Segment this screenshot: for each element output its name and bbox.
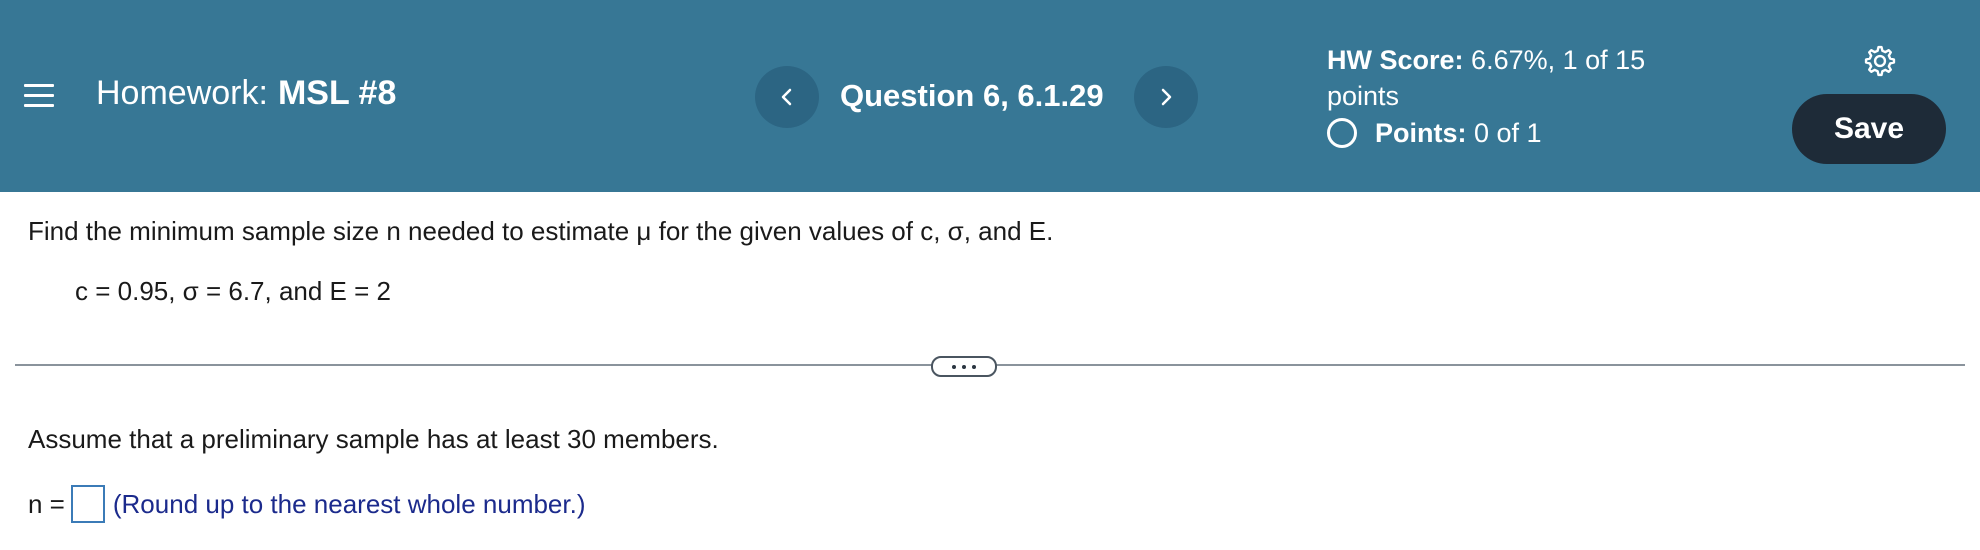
- top-bar: Homework: MSL #8 Question 6, 6.1.29 HW Sc…: [0, 0, 1980, 192]
- ellipsis-dot: [962, 365, 966, 369]
- given-values: c = 0.95, σ = 6.7, and E = 2: [75, 276, 391, 306]
- save-button[interactable]: Save: [1792, 94, 1946, 164]
- chevron-left-icon: [781, 88, 792, 106]
- ellipsis-icon: [952, 365, 956, 369]
- hw-score: HW Score: 6.67%, 1 of 15 points: [1327, 42, 1707, 114]
- question-title: Question 6, 6.1.29: [840, 78, 1104, 113]
- answer-hint: (Round up to the nearest whole number.): [112, 489, 586, 519]
- answer-input[interactable]: [70, 485, 105, 523]
- points-value: 0 of 1: [1474, 118, 1542, 148]
- homework-prefix: Homework:: [96, 74, 268, 112]
- chevron-right-icon: [1161, 88, 1172, 106]
- question-points: Points: 0 of 1: [1327, 116, 1542, 150]
- points-status-icon: [1327, 118, 1357, 148]
- question-prompt: Find the minimum sample size n needed to…: [28, 216, 1054, 246]
- points-label: Points:: [1375, 118, 1467, 148]
- assumption-text: Assume that a preliminary sample has at …: [28, 424, 719, 454]
- menu-icon[interactable]: [24, 82, 54, 108]
- next-question-button[interactable]: [1134, 66, 1198, 128]
- hw-score-label: HW Score:: [1327, 45, 1464, 75]
- answer-row: n = (Round up to the nearest whole number…: [28, 485, 586, 523]
- previous-question-button[interactable]: [755, 66, 819, 128]
- expand-more-button[interactable]: [931, 356, 997, 377]
- answer-label: n =: [28, 489, 65, 519]
- homework-title: Homework: MSL #8: [96, 74, 396, 113]
- ellipsis-dot: [972, 365, 976, 369]
- gear-icon[interactable]: [1862, 43, 1898, 79]
- homework-name: MSL #8: [277, 74, 397, 112]
